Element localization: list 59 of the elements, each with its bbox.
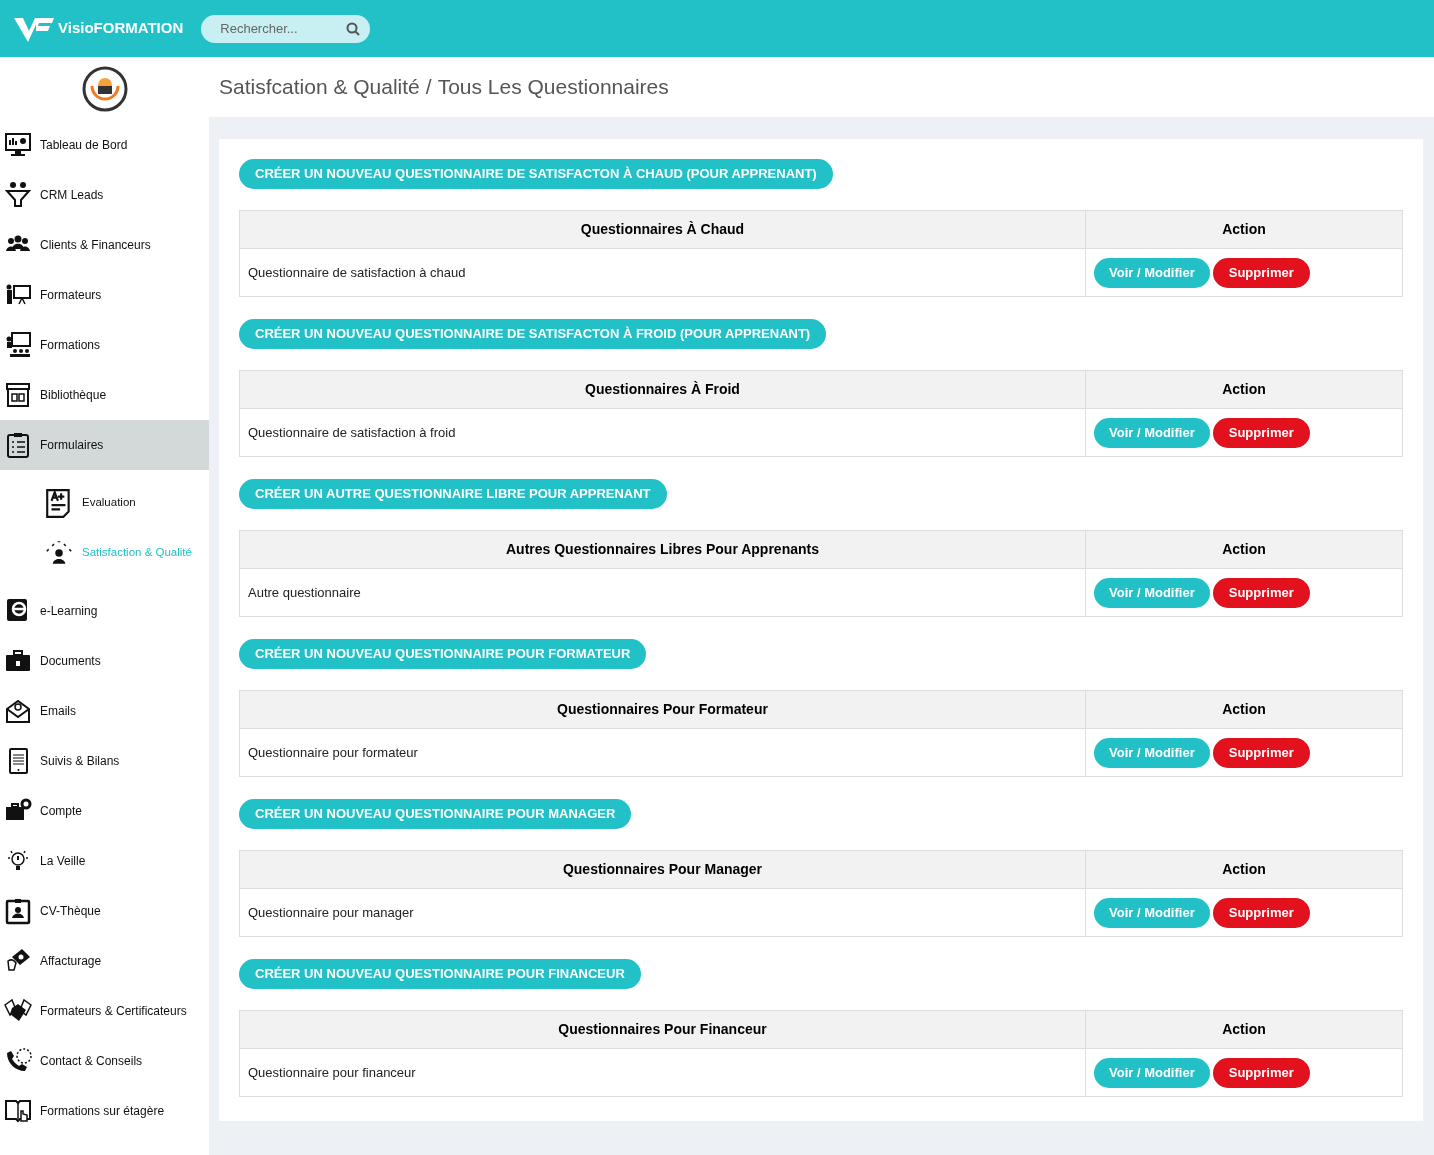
sidebar-item[interactable]: CV-Thèque: [0, 886, 209, 936]
id-badge-icon: [4, 897, 32, 925]
column-header: Questionnaires Pour Formateur: [239, 690, 1086, 729]
sidebar-item[interactable]: Formations sur étagère: [0, 1086, 209, 1136]
sidebar-item[interactable]: La Veille: [0, 836, 209, 886]
sidebar-item[interactable]: Bibliothèque: [0, 370, 209, 420]
delete-button[interactable]: Supprimer: [1212, 737, 1310, 768]
sidebar-item[interactable]: Formulaires: [0, 420, 209, 470]
clipboard-checklist-icon: [4, 431, 32, 459]
organization-logo: [81, 65, 128, 112]
delete-button[interactable]: Supprimer: [1212, 577, 1310, 608]
table-cell: Questionnaire pour financeur: [239, 1048, 1086, 1097]
sidebar-item[interactable]: Formations: [0, 320, 209, 370]
sidebar-item[interactable]: Clients & Financeurs: [0, 220, 209, 270]
classroom-icon: [4, 331, 32, 359]
sidebar-item[interactable]: Contact & Conseils: [0, 1036, 209, 1086]
delete-button[interactable]: Supprimer: [1212, 417, 1310, 448]
table-cell: Questionnaire pour manager: [239, 888, 1086, 937]
table-cell: Autre questionnaire: [239, 568, 1086, 617]
column-header: Questionnaires À Froid: [239, 370, 1086, 409]
table-cell: Questionnaire pour formateur: [239, 728, 1086, 777]
column-header: Autres Questionnaires Libres Pour Apprenants: [239, 530, 1086, 569]
table-cell: Questionnaire de satisfaction à chaud: [239, 248, 1086, 297]
sidebar-item[interactable]: Suivis & Bilans: [0, 736, 209, 786]
sidebar-item[interactable]: Tableau de Bord: [0, 120, 209, 170]
page-title: Tous Les Questionnaires: [437, 74, 669, 101]
breadcrumb-separator: /: [425, 74, 432, 101]
table-cell: Questionnaire de satisfaction à froid: [239, 408, 1086, 457]
column-header: Action: [1085, 690, 1403, 729]
column-header: Questionnaires Pour Manager: [239, 850, 1086, 889]
column-header: Action: [1085, 370, 1403, 409]
column-header: Action: [1085, 850, 1403, 889]
bookshop-icon: [4, 381, 32, 409]
search-field[interactable]: Rechercher...: [201, 14, 371, 43]
sidebar-item[interactable]: Formateurs: [0, 270, 209, 320]
monitor-chart-icon: [4, 131, 32, 159]
column-header: Action: [1085, 1010, 1403, 1049]
delete-button[interactable]: Supprimer: [1212, 257, 1310, 288]
sidebar-item[interactable]: Documents: [0, 636, 209, 686]
sidebar-item[interactable]: e-Learning: [0, 586, 209, 636]
delete-button[interactable]: Supprimer: [1212, 1057, 1310, 1088]
sidebar-item[interactable]: Formateurs & Certificateurs: [0, 986, 209, 1036]
page-title: Satisfcation & Qualité: [219, 74, 420, 101]
sidebar-item[interactable]: Compte: [0, 786, 209, 836]
column-header: Questionnaires Pour Financeur: [239, 1010, 1086, 1049]
book-hand-icon: [4, 1097, 32, 1125]
column-header: Action: [1085, 210, 1403, 249]
column-header: Questionnaires À Chaud: [239, 210, 1086, 249]
sidebar-item[interactable]: CRM Leads: [0, 170, 209, 220]
sidebar-item[interactable]: Emails: [0, 686, 209, 736]
email-icon: [4, 697, 32, 725]
sidebar-subitem[interactable]: Evaluation: [0, 478, 209, 528]
funnel-icon: [4, 181, 32, 209]
brand-name: VisioFORMATION: [58, 18, 184, 39]
logo-icon: [14, 15, 54, 42]
search-icon: [346, 21, 361, 36]
sidebar-item[interactable]: Affacturage: [0, 936, 209, 986]
delete-button[interactable]: Supprimer: [1212, 897, 1310, 928]
column-header: Action: [1085, 530, 1403, 569]
